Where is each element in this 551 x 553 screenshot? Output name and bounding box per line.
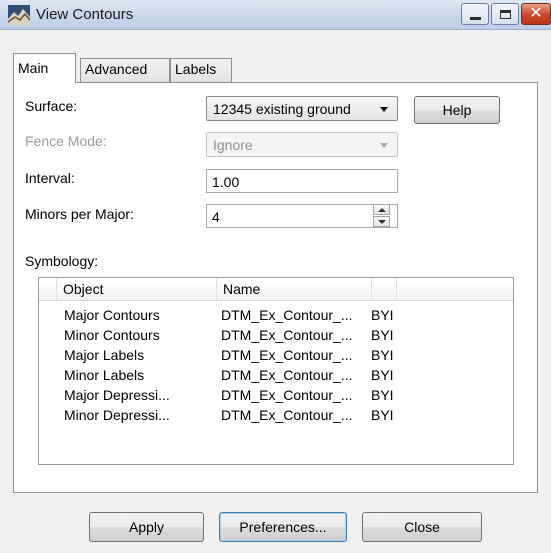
row-object: Minor Depressi...: [64, 407, 170, 423]
row-extra: BYI: [371, 307, 394, 323]
close-icon: ✕: [529, 5, 543, 22]
close-button[interactable]: Close: [362, 512, 482, 542]
row-extra: BYI: [371, 367, 394, 383]
minors-per-major-label: Minors per Major:: [25, 206, 134, 222]
row-name: DTM_Ex_Contour_...: [221, 347, 353, 363]
surface-dropdown[interactable]: 12345 existing ground: [206, 96, 398, 121]
row-extra: BYI: [371, 347, 394, 363]
table-row[interactable]: Minor Labels DTM_Ex_Contour_... BYI: [39, 367, 513, 386]
apply-button[interactable]: Apply: [89, 512, 204, 542]
tab-advanced[interactable]: Advanced: [80, 58, 170, 82]
row-name: DTM_Ex_Contour_...: [221, 387, 353, 403]
row-object: Major Contours: [64, 307, 160, 323]
spin-up-button[interactable]: [373, 204, 390, 215]
close-window-button[interactable]: ✕: [521, 3, 551, 25]
interval-field[interactable]: 1.00: [206, 169, 398, 193]
column-header-extra[interactable]: [372, 278, 397, 300]
row-extra: BYI: [371, 387, 394, 403]
row-object: Major Depressi...: [64, 387, 170, 403]
table-row[interactable]: Major Contours DTM_Ex_Contour_... BYI: [39, 307, 513, 326]
column-header-object[interactable]: Object: [57, 278, 217, 300]
chevron-down-icon: [380, 107, 388, 112]
spin-up-icon: [378, 208, 386, 212]
tab-main[interactable]: Main: [13, 53, 76, 83]
minimize-icon: [469, 16, 481, 20]
surface-label: Surface:: [25, 98, 78, 114]
view-contours-window: View Contours ✕ Main Advanced Labels Sur…: [0, 0, 551, 553]
row-extra: BYI: [371, 327, 394, 343]
row-extra: BYI: [371, 407, 394, 423]
header-spacer: [39, 278, 57, 300]
row-name: DTM_Ex_Contour_...: [221, 407, 353, 423]
table-row[interactable]: Minor Contours DTM_Ex_Contour_... BYI: [39, 327, 513, 346]
symbology-list[interactable]: Object Name Major Contours DTM_Ex_Contou…: [38, 277, 514, 465]
column-header-name[interactable]: Name: [217, 278, 372, 300]
row-object: Major Labels: [64, 347, 145, 363]
main-tab-panel: Surface: 12345 existing ground Help Fenc…: [13, 82, 538, 493]
spin-down-icon: [378, 220, 386, 224]
symbology-label: Symbology:: [25, 253, 99, 269]
contour-app-icon: [8, 5, 30, 25]
minimize-button[interactable]: [461, 3, 489, 25]
row-object: Minor Contours: [64, 327, 160, 343]
help-button[interactable]: Help: [414, 96, 500, 124]
interval-label: Interval:: [25, 170, 75, 186]
preferences-button[interactable]: Preferences...: [219, 512, 347, 542]
row-name: DTM_Ex_Contour_...: [221, 327, 353, 343]
minors-per-major-stepper[interactable]: [373, 204, 392, 229]
fence-mode-dropdown[interactable]: Ignore: [206, 132, 398, 157]
tab-labels[interactable]: Labels: [170, 58, 232, 82]
fence-mode-label: Fence Mode:: [25, 133, 107, 149]
title-bar[interactable]: View Contours ✕: [0, 0, 551, 30]
fence-mode-value: Ignore: [213, 137, 253, 153]
minors-per-major-field[interactable]: 4: [206, 204, 398, 228]
row-name: DTM_Ex_Contour_...: [221, 367, 353, 383]
maximize-icon: [499, 9, 511, 19]
table-row[interactable]: Major Labels DTM_Ex_Contour_... BYI: [39, 347, 513, 366]
table-row[interactable]: Minor Depressi... DTM_Ex_Contour_... BYI: [39, 407, 513, 426]
row-object: Minor Labels: [64, 367, 145, 383]
maximize-button[interactable]: [491, 3, 519, 25]
spin-down-button[interactable]: [373, 216, 390, 227]
symbology-list-header: Object Name: [39, 278, 513, 301]
chevron-down-icon: [380, 143, 388, 148]
row-name: DTM_Ex_Contour_...: [221, 307, 353, 323]
window-title: View Contours: [36, 6, 134, 23]
surface-value: 12345 existing ground: [213, 101, 351, 117]
table-row[interactable]: Major Depressi... DTM_Ex_Contour_... BYI: [39, 387, 513, 406]
